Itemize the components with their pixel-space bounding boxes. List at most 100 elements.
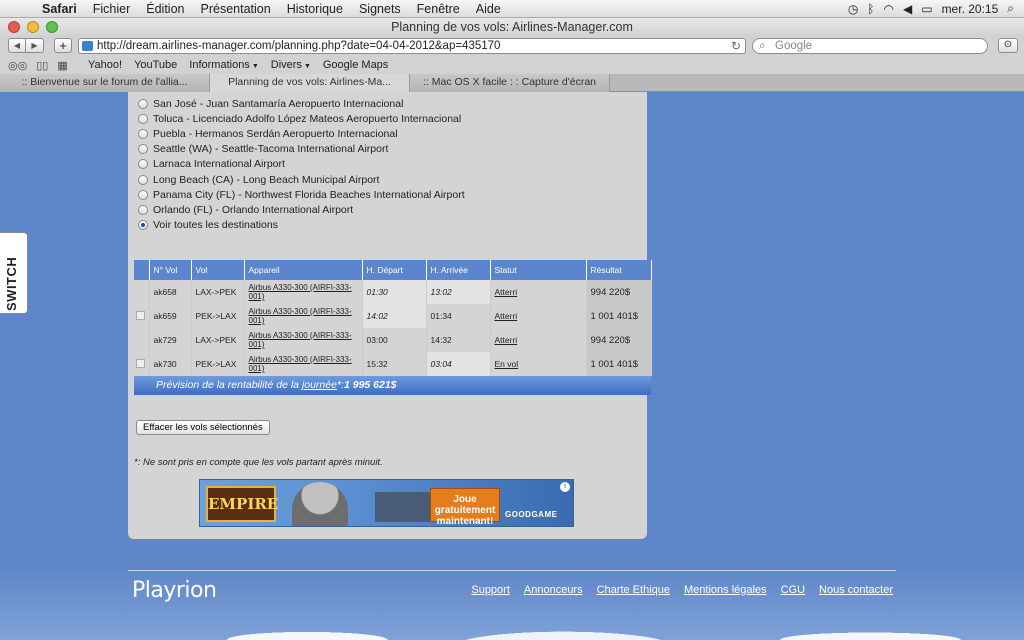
search-field[interactable]: ⌕ Google <box>752 38 988 54</box>
radio-button-selected[interactable] <box>138 220 148 231</box>
radio-button[interactable] <box>138 159 148 170</box>
reload-icon[interactable]: ↻ <box>731 39 741 53</box>
footnote: *: Ne sont pris en compte que les vols p… <box>134 457 383 468</box>
close-window-button[interactable] <box>8 21 20 33</box>
destination-option[interactable]: Long Beach (CA) - Long Beach Municipal A… <box>138 172 465 187</box>
table-row: ak658 LAX->PEK Airbus A330-300 (AIRFI-33… <box>134 280 652 304</box>
destination-option[interactable]: Larnaca International Airport <box>138 157 465 172</box>
switch-side-tab[interactable]: SWITCH <box>0 232 28 314</box>
reading-list-icon[interactable]: ◎◎ <box>8 59 27 72</box>
bookmark-google-maps[interactable]: Google Maps <box>317 59 394 71</box>
downloads-button[interactable]: ⊙ <box>998 38 1018 53</box>
new-tab-button[interactable]: + <box>54 38 72 53</box>
header-status: Statut <box>490 260 587 280</box>
spotlight-icon[interactable]: ⌕ <box>1007 1 1014 16</box>
ad-cta[interactable]: Joue gratuitement maintenant! <box>430 488 500 526</box>
delete-selected-flights-button[interactable]: Effacer les vols sélectionnés <box>136 420 270 435</box>
ad-banner[interactable]: EMPIRE Joue gratuitement maintenant! GOO… <box>199 479 574 527</box>
destination-option[interactable]: San José - Juan Santamaría Aeropuerto In… <box>138 96 465 111</box>
tab-macos-facile[interactable]: :: Mac OS X facile : : Capture d'écran <box>410 74 610 92</box>
status-link[interactable]: Atterri <box>495 335 518 345</box>
bluetooth-icon[interactable]: ᛒ <box>867 2 874 16</box>
destination-label: Seattle (WA) - Seattle-Tacoma Internatio… <box>153 143 389 156</box>
aircraft-link[interactable]: Airbus A330-300 (AIRFI-333-001) <box>249 331 362 349</box>
forecast-day-link[interactable]: journée <box>302 379 337 391</box>
aircraft-cell: Airbus A330-300 (AIRFI-333-001) <box>244 352 363 376</box>
radio-button[interactable] <box>138 204 148 215</box>
destination-option-all[interactable]: Voir toutes les destinations <box>138 218 465 233</box>
ad-castle-illustration <box>375 492 435 522</box>
status-cell: En vol <box>490 352 587 376</box>
ad-knight-illustration <box>292 482 348 526</box>
status-link[interactable]: En vol <box>495 359 519 369</box>
menu-fenetre[interactable]: Fenêtre <box>409 2 468 16</box>
radio-button[interactable] <box>138 128 148 139</box>
flight-number: ak658 <box>149 280 192 304</box>
address-bar[interactable]: http://dream.airlines-manager.com/planni… <box>78 38 746 54</box>
battery-icon[interactable]: ▭ <box>921 2 932 16</box>
aircraft-cell: Airbus A330-300 (AIRFI-333-001) <box>244 328 363 352</box>
status-link[interactable]: Atterri <box>495 311 518 321</box>
radio-button[interactable] <box>138 98 148 109</box>
menu-historique[interactable]: Historique <box>279 2 351 16</box>
menubar-clock[interactable]: mer. 20:15 <box>942 2 999 16</box>
menu-edition[interactable]: Édition <box>138 2 192 16</box>
row-checkbox[interactable] <box>136 310 145 320</box>
row-select-cell <box>134 304 150 328</box>
bookmark-yahoo[interactable]: Yahoo! <box>82 59 128 71</box>
forward-button[interactable]: ▶ <box>26 38 44 53</box>
destination-option[interactable]: Orlando (FL) - Orlando International Air… <box>138 202 465 217</box>
volume-icon[interactable]: ◀ <box>903 2 912 16</box>
tab-planning[interactable]: Planning de vos vols: Airlines-Ma... <box>210 74 410 92</box>
result-value: 994 220$ <box>586 280 652 304</box>
menubar-status-area: ◷ ᛒ ◠ ◀ ▭ mer. 20:15 ⌕ <box>848 1 1024 16</box>
radio-button[interactable] <box>138 189 148 200</box>
aircraft-link[interactable]: Airbus A330-300 (AIRFI-333-001) <box>249 355 362 373</box>
menu-aide[interactable]: Aide <box>468 2 509 16</box>
bookmark-folder-informations[interactable]: Informations ▼ <box>183 59 264 71</box>
footer-link-annonceurs[interactable]: Annonceurs <box>524 584 583 596</box>
tab-forum[interactable]: :: Bienvenue sur le forum de l'allia... <box>0 74 210 92</box>
arrival-time: 01:34 <box>426 304 491 328</box>
address-bar-url: http://dream.airlines-manager.com/planni… <box>97 40 501 52</box>
destination-option[interactable]: Seattle (WA) - Seattle-Tacoma Internatio… <box>138 142 465 157</box>
departure-time: 14:02 <box>362 304 427 328</box>
back-button[interactable]: ◀ <box>8 38 26 53</box>
menu-presentation[interactable]: Présentation <box>193 2 279 16</box>
wifi-icon[interactable]: ◠ <box>884 2 894 16</box>
zoom-window-button[interactable] <box>46 21 58 33</box>
bookmarks-book-icon[interactable]: ▯▯ <box>36 59 48 72</box>
footer-link-support[interactable]: Support <box>471 584 510 596</box>
playrion-logo[interactable]: Playrion <box>132 578 217 603</box>
status-link[interactable]: Atterri <box>495 287 518 297</box>
footer-link-mentions-legales[interactable]: Mentions légales <box>684 584 767 596</box>
arrival-time: 13:02 <box>426 280 491 304</box>
top-sites-grid-icon[interactable]: ▦ <box>57 59 67 72</box>
footer-link-cgu[interactable]: CGU <box>781 584 805 596</box>
footer-link-charte-ethique[interactable]: Charte Ethique <box>597 584 670 596</box>
table-row: ak729 LAX->PEK Airbus A330-300 (AIRFI-33… <box>134 328 652 352</box>
flight-route: LAX->PEK <box>191 280 245 304</box>
bookmark-youtube[interactable]: YouTube <box>128 59 183 71</box>
time-machine-icon[interactable]: ◷ <box>848 2 858 16</box>
destination-option[interactable]: Toluca - Licenciado Adolfo López Mateos … <box>138 111 465 126</box>
row-checkbox[interactable] <box>136 358 145 368</box>
destination-option[interactable]: Panama City (FL) - Northwest Florida Bea… <box>138 187 465 202</box>
menu-fichier[interactable]: Fichier <box>85 2 139 16</box>
nav-buttons: ◀ ▶ <box>8 38 44 53</box>
menu-signets[interactable]: Signets <box>351 2 409 16</box>
browser-toolbar: ◀ ▶ + http://dream.airlines-manager.com/… <box>0 36 1024 56</box>
minimize-window-button[interactable] <box>27 21 39 33</box>
bookmark-folder-divers[interactable]: Divers ▼ <box>265 59 317 71</box>
radio-button[interactable] <box>138 174 148 185</box>
aircraft-link[interactable]: Airbus A330-300 (AIRFI-333-001) <box>249 307 362 325</box>
ad-info-icon[interactable]: i <box>560 482 570 492</box>
destination-option[interactable]: Puebla - Hermanos Serdán Aeropuerto Inte… <box>138 126 465 141</box>
radio-button[interactable] <box>138 113 148 124</box>
destination-label: Long Beach (CA) - Long Beach Municipal A… <box>153 173 380 186</box>
destination-label: Larnaca International Airport <box>153 158 285 171</box>
aircraft-link[interactable]: Airbus A330-300 (AIRFI-333-001) <box>249 283 362 301</box>
radio-button[interactable] <box>138 144 148 155</box>
menu-app-safari[interactable]: Safari <box>34 2 85 16</box>
footer-link-nous-contacter[interactable]: Nous contacter <box>819 584 893 596</box>
